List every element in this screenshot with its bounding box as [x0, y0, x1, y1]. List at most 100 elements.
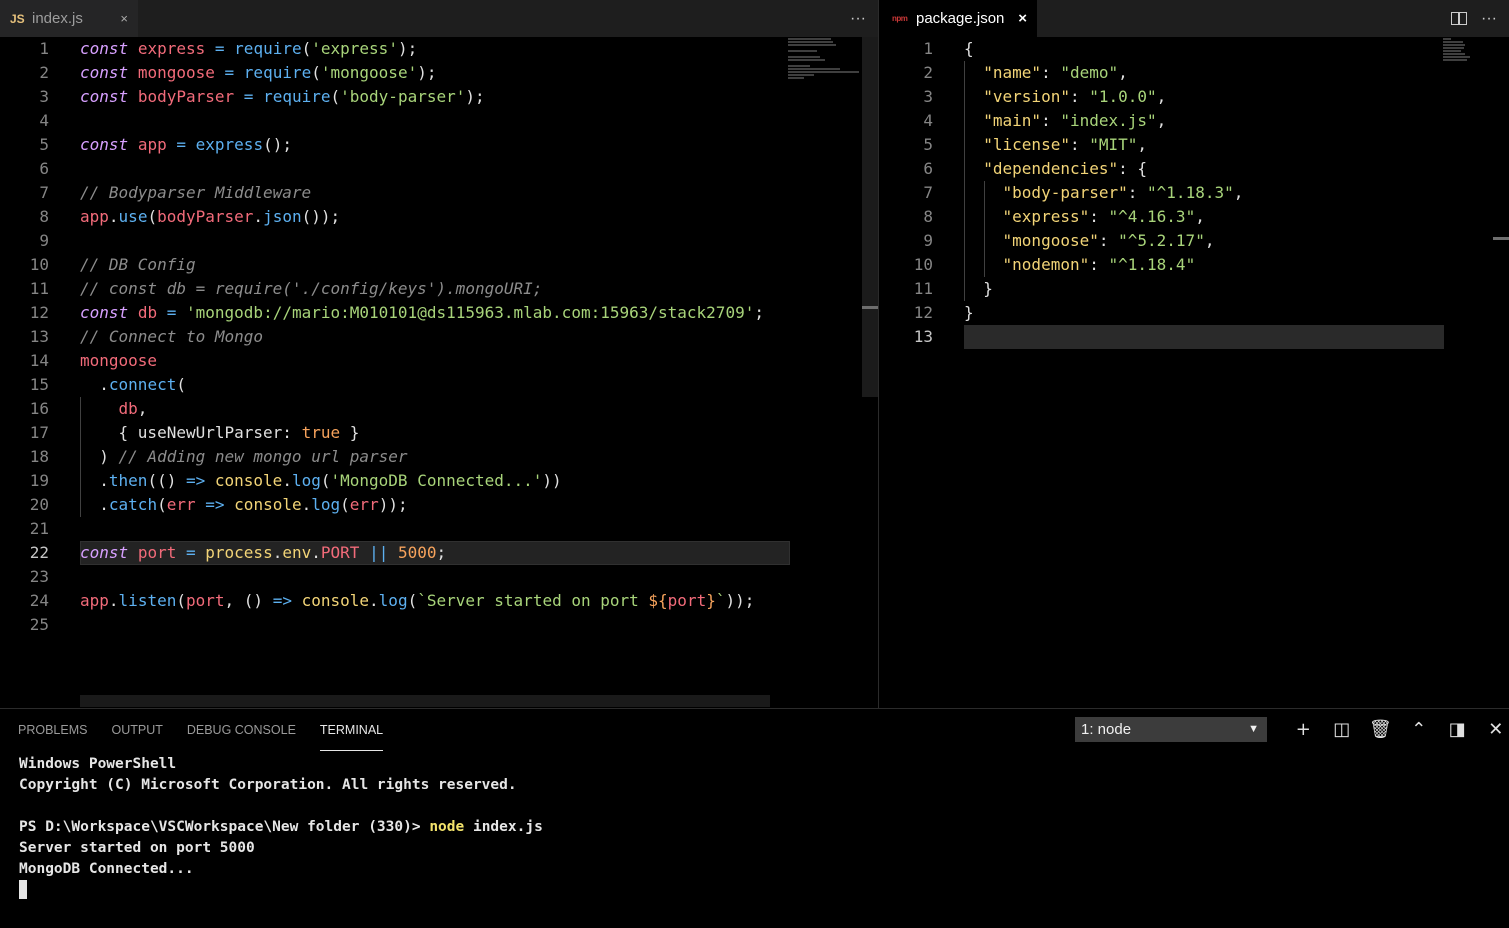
- code-line[interactable]: 11 // const db = require('./config/keys')…: [0, 277, 878, 301]
- code-editor-package-json[interactable]: 1{2 "name": "demo", 3 "version": "1.0.0",…: [880, 37, 1509, 708]
- code-line[interactable]: 1 const express = require('express');: [0, 37, 878, 61]
- vertical-scrollbar[interactable]: [862, 37, 878, 397]
- close-panel-icon[interactable]: ✕: [1477, 719, 1509, 740]
- code-text: {: [964, 37, 974, 61]
- line-number: 2: [39, 63, 49, 82]
- split-terminal-icon[interactable]: ◫: [1323, 719, 1362, 740]
- code-line[interactable]: 1{: [880, 37, 1509, 61]
- code-token: app: [80, 207, 109, 226]
- line-number: 3: [39, 87, 49, 106]
- code-line[interactable]: 17 { useNewUrlParser: true }: [0, 421, 878, 445]
- code-line[interactable]: 6: [0, 157, 878, 181]
- terminal-selector[interactable]: 1: node ▼: [1075, 717, 1267, 742]
- code-line[interactable]: 25: [0, 613, 878, 637]
- split-editor-icon[interactable]: [1451, 12, 1468, 25]
- line-number: 2: [923, 63, 933, 82]
- code-line[interactable]: 15 .connect(: [0, 373, 878, 397]
- code-line[interactable]: 3 const bodyParser = require('body-parser…: [0, 85, 878, 109]
- scrollbar-cursor-marker: [1493, 237, 1509, 240]
- code-text: const app = express();: [80, 133, 292, 157]
- tab-package-json[interactable]: npm package.json ×: [880, 0, 1037, 37]
- code-token: (: [157, 495, 167, 514]
- code-line[interactable]: 7 "body-parser": "^1.18.3",: [880, 181, 1509, 205]
- tab-output[interactable]: OUTPUT: [111, 709, 162, 751]
- code-line[interactable]: 14 mongoose: [0, 349, 878, 373]
- new-terminal-icon[interactable]: +: [1284, 719, 1323, 740]
- code-line[interactable]: 12 const db = 'mongodb://mario:M010101@ds…: [0, 301, 878, 325]
- code-line[interactable]: 13: [880, 325, 1509, 349]
- code-line[interactable]: 8 app.use(bodyParser.json());: [0, 205, 878, 229]
- editor-group-left: JS index.js × ··· 1 const express = requi…: [0, 0, 879, 708]
- code-token: log: [311, 495, 341, 514]
- maximize-panel-icon[interactable]: ⌃: [1400, 719, 1439, 740]
- code-line[interactable]: 4: [0, 109, 878, 133]
- code-line[interactable]: 6 "dependencies": {: [880, 157, 1509, 181]
- tab-index-js[interactable]: JS index.js ×: [0, 0, 138, 37]
- code-line[interactable]: 13 // Connect to Mongo: [0, 325, 878, 349]
- code-line[interactable]: 2 "name": "demo",: [880, 61, 1509, 85]
- code-line[interactable]: 2 const mongoose = require('mongoose');: [0, 61, 878, 85]
- code-line[interactable]: 7 // Bodyparser Middleware: [0, 181, 878, 205]
- tab-debug-console[interactable]: DEBUG CONSOLE: [187, 709, 296, 751]
- chevron-down-icon: ▼: [1248, 723, 1259, 735]
- more-actions-icon[interactable]: ···: [850, 10, 866, 28]
- line-number: 11: [913, 279, 933, 298]
- code-token: (: [330, 87, 341, 106]
- code-line[interactable]: 9 "mongoose": "^5.2.17",: [880, 229, 1509, 253]
- code-line[interactable]: 8 "express": "^4.16.3",: [880, 205, 1509, 229]
- code-line[interactable]: 20 .catch(err => console.log(err));: [0, 493, 878, 517]
- code-token: const: [80, 303, 129, 322]
- code-line[interactable]: 23: [0, 565, 878, 589]
- code-text: mongoose: [80, 349, 157, 373]
- code-line[interactable]: 5 const app = express();: [0, 133, 878, 157]
- code-token: (: [147, 207, 158, 226]
- toggle-panel-position-icon[interactable]: ◨: [1438, 719, 1477, 740]
- code-line[interactable]: 19 .then(() => console.log('MongoDB Conn…: [0, 469, 878, 493]
- code-text: ) // Adding new mongo url parser: [80, 445, 408, 469]
- code-token: .: [369, 591, 379, 610]
- terminal-output[interactable]: Windows PowerShell Copyright (C) Microso…: [19, 754, 543, 903]
- close-tab-icon[interactable]: ×: [120, 11, 128, 26]
- code-line[interactable]: 16 db,: [0, 397, 878, 421]
- code-line[interactable]: 24 app.listen(port, () => console.log(`Se…: [0, 589, 878, 613]
- code-token: // Adding new mongo url parser: [118, 447, 408, 466]
- tab-problems[interactable]: PROBLEMS: [18, 709, 87, 751]
- horizontal-scrollbar[interactable]: [80, 695, 770, 707]
- code-editor-index-js[interactable]: 1 const express = require('express'); 2 con…: [0, 37, 878, 708]
- more-actions-icon[interactable]: ···: [1481, 10, 1497, 28]
- code-token: PORT: [320, 543, 360, 562]
- code-line[interactable]: 11 }: [880, 277, 1509, 301]
- tab-terminal[interactable]: TERMINAL: [319, 717, 384, 751]
- code-text: "main": "index.js",: [964, 109, 1166, 133]
- code-token: bodyParser: [157, 207, 254, 226]
- code-line[interactable]: 10 "nodemon": "^1.18.4": [880, 253, 1509, 277]
- line-number: 21: [29, 519, 49, 538]
- code-token: // const db = require('./config/keys').m…: [80, 279, 543, 298]
- terminal-line: Copyright (C) Microsoft Corporation. All…: [19, 777, 517, 793]
- code-token: =>: [205, 495, 225, 514]
- code-token: const: [80, 63, 129, 82]
- code-token: json: [263, 207, 302, 226]
- minimap[interactable]: [788, 37, 860, 87]
- code-line[interactable]: 3 "version": "1.0.0",: [880, 85, 1509, 109]
- code-line[interactable]: 12}: [880, 301, 1509, 325]
- code-line[interactable]: 21: [0, 517, 878, 541]
- code-line[interactable]: 22 const port = process.env.PORT || 5000;: [0, 541, 878, 565]
- code-line[interactable]: 4 "main": "index.js",: [880, 109, 1509, 133]
- minimap[interactable]: [1443, 37, 1471, 87]
- code-line[interactable]: 10 // DB Config: [0, 253, 878, 277]
- code-line[interactable]: 5 "license": "MIT",: [880, 133, 1509, 157]
- code-token: .: [80, 495, 109, 514]
- code-token: then: [108, 471, 148, 490]
- code-line[interactable]: 18 ) // Adding new mongo url parser: [0, 445, 878, 469]
- kill-terminal-icon[interactable]: 🗑: [1361, 719, 1400, 740]
- close-tab-icon[interactable]: ×: [1018, 10, 1027, 27]
- code-line[interactable]: 9: [0, 229, 878, 253]
- code-token: const: [80, 87, 129, 106]
